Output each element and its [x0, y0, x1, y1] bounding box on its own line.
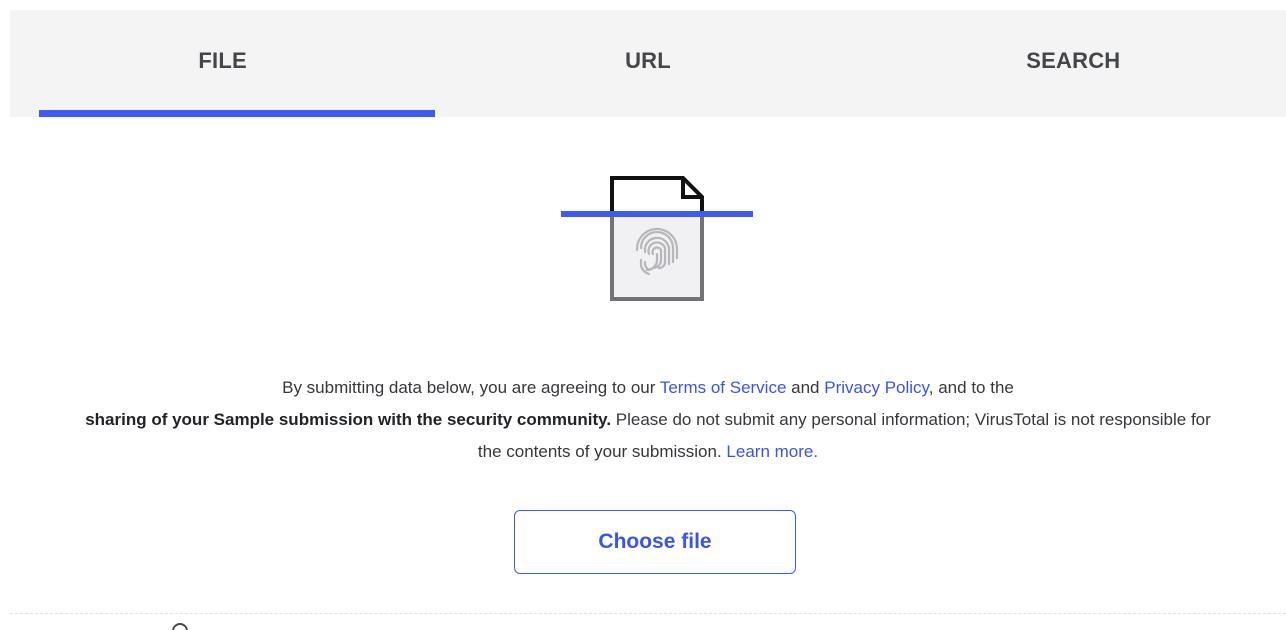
agreement-after-privacy: , and to the — [928, 378, 1014, 397]
page: FILE URL SEARCH By submitting data below… — [0, 0, 1286, 630]
upload-card: FILE URL SEARCH By submitting data below… — [10, 10, 1286, 613]
learn-more-link[interactable]: Learn more. — [726, 442, 818, 461]
tab-file[interactable]: FILE — [10, 10, 436, 117]
agreement-prefix: By submitting data below, you are agreei… — [282, 378, 660, 397]
partial-circle-icon — [172, 623, 188, 630]
tab-url-label: URL — [625, 48, 671, 73]
tab-file-label: FILE — [198, 48, 247, 73]
scan-line — [561, 211, 753, 217]
privacy-policy-link[interactable]: Privacy Policy — [824, 378, 929, 397]
tab-search[interactable]: SEARCH — [861, 10, 1286, 117]
terms-agreement-text: By submitting data below, you are agreei… — [80, 372, 1216, 468]
tab-bar: FILE URL SEARCH — [10, 10, 1286, 117]
choose-file-button[interactable]: Choose file — [514, 510, 796, 574]
tab-url[interactable]: URL — [435, 10, 860, 117]
bottom-divider — [10, 613, 1286, 614]
terms-of-service-link[interactable]: Terms of Service — [660, 378, 787, 397]
agreement-and: and — [786, 378, 825, 397]
file-fingerprint-scan-icon — [561, 176, 753, 301]
tab-search-label: SEARCH — [1026, 48, 1121, 73]
active-tab-indicator — [39, 110, 436, 117]
sharing-notice-bold: sharing of your Sample submission with t… — [85, 410, 612, 429]
